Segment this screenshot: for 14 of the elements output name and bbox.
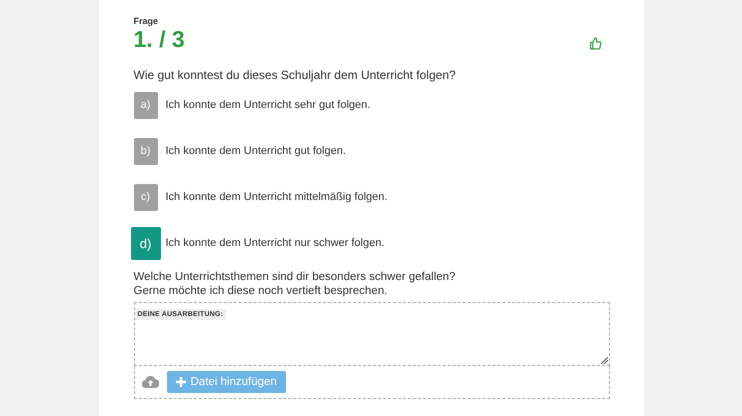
cloud-upload-icon: [142, 376, 158, 388]
plus-icon: [176, 377, 186, 387]
question-counter: 1. / 3: [134, 26, 185, 52]
followup-question-text: Welche Unterrichtsthemen sind dir besonders schwer gefallen?: [134, 270, 456, 284]
question-text: Wie gut konntest du dieses Schuljahr dem Unterricht folgen?: [134, 68, 457, 82]
resize-handle-icon[interactable]: [600, 357, 608, 364]
followup-question-text: Gerne möchte ich diese noch vertieft besprechen.: [134, 284, 388, 298]
answer-option-button[interactable]: d): [130, 226, 160, 260]
answer-option-text[interactable]: Ich konnte dem Unterricht nur schwer folgen.: [166, 237, 384, 249]
answer-option-text[interactable]: Ich konnte dem Unterricht gut folgen.: [166, 145, 346, 157]
answer-option-text[interactable]: Ich konnte dem Unterricht sehr gut folgen.: [166, 99, 370, 111]
answer-option-text[interactable]: Ich konnte dem Unterricht mittelmäßig folgen.: [166, 191, 388, 203]
thumbs-up-icon[interactable]: [588, 37, 602, 50]
question-label: Frage: [134, 16, 160, 26]
